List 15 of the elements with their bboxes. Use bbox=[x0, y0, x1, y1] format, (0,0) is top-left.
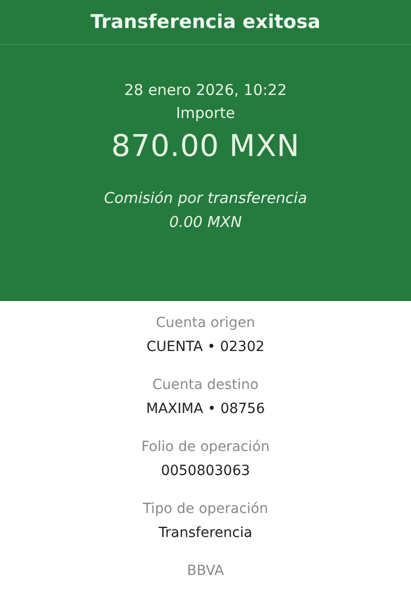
detail-value: 0050803063 bbox=[160, 462, 250, 481]
detail-value: Transferencia bbox=[158, 524, 252, 543]
bank-name: BBVA bbox=[186, 563, 224, 579]
detail-value: CUENTA • 02302 bbox=[146, 338, 265, 357]
detail-value: MAXIMA • 08756 bbox=[146, 400, 265, 419]
screen-title: Transferencia exitosa bbox=[90, 11, 320, 33]
detail-label: Folio de operación bbox=[141, 438, 270, 457]
amount-value: 870.00 MXN bbox=[111, 128, 300, 166]
amount-label: Importe bbox=[176, 103, 235, 124]
detail-label: Cuenta origen bbox=[156, 314, 256, 333]
transfer-date: 28 enero 2026, 10:22 bbox=[124, 80, 287, 101]
detail-label: Tipo de operación bbox=[142, 500, 268, 519]
fee-value: 0.00 MXN bbox=[169, 212, 242, 233]
detail-label: Cuenta destino bbox=[152, 376, 259, 395]
fee-label: Comisión por transferencia bbox=[104, 188, 308, 209]
